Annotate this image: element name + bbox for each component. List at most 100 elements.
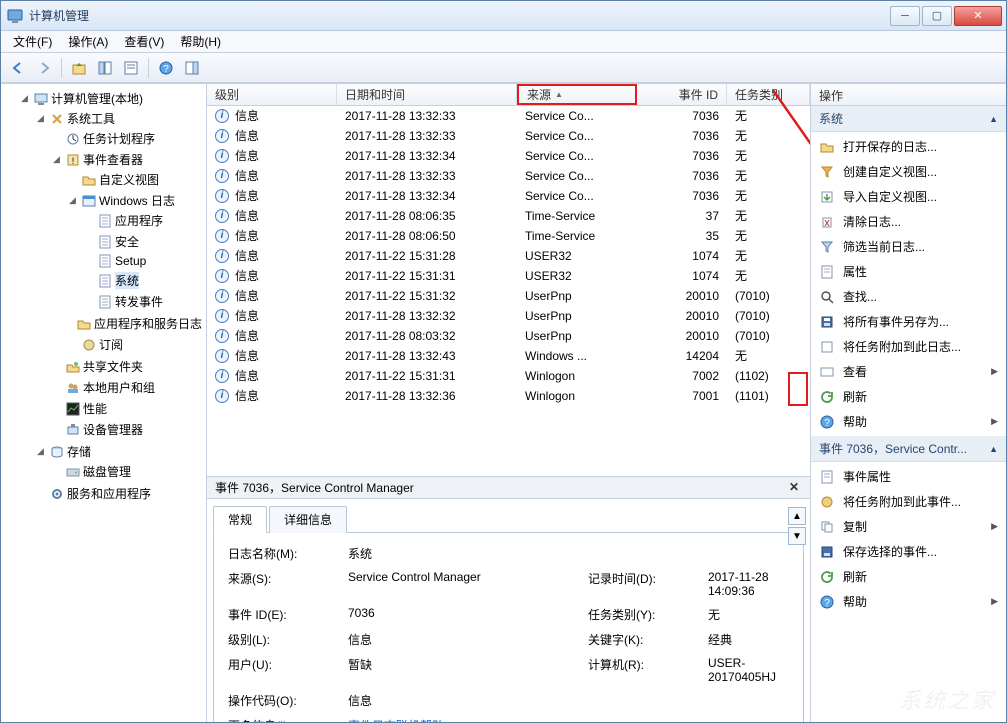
event-row[interactable]: i信息2017-11-28 13:32:33Service Co...7036无 — [207, 106, 810, 126]
action-item[interactable]: 创建自定义视图... — [811, 159, 1006, 184]
event-row[interactable]: i信息2017-11-28 08:03:32UserPnp20010(7010) — [207, 326, 810, 346]
collapse-icon[interactable]: ◢ — [53, 154, 63, 165]
action-item[interactable]: 保存选择的事件... — [811, 539, 1006, 564]
next-event-button[interactable]: ▼ — [788, 527, 806, 545]
collapse-icon[interactable]: ◢ — [37, 446, 47, 457]
event-list-body[interactable]: i信息2017-11-28 13:32:33Service Co...7036无… — [207, 106, 810, 476]
action-label: 打开保存的日志... — [843, 138, 998, 155]
tree-node[interactable]: 共享文件夹 — [51, 357, 204, 376]
event-row[interactable]: i信息2017-11-22 15:31:28USER321074无 — [207, 246, 810, 266]
show-action-pane-button[interactable] — [181, 57, 203, 79]
actions-event-header[interactable]: 事件 7036，Service Contr... ▲ — [811, 436, 1006, 462]
event-row[interactable]: i信息2017-11-28 08:06:50Time-Service35无 — [207, 226, 810, 246]
tools-icon — [50, 112, 64, 126]
actions-system-header[interactable]: 系统 ▲ — [811, 106, 1006, 132]
collapse-icon[interactable]: ◢ — [37, 113, 47, 124]
tree-node[interactable]: ◢!事件查看器 — [51, 150, 204, 169]
category-cell: 无 — [727, 107, 810, 124]
action-item[interactable]: 复制▶ — [811, 514, 1006, 539]
level-text: 信息 — [235, 327, 259, 344]
sched-icon — [66, 132, 80, 146]
detail-close-button[interactable]: ✕ — [786, 480, 802, 496]
action-item[interactable]: 查找... — [811, 284, 1006, 309]
column-level[interactable]: 级别 — [207, 84, 337, 105]
back-button[interactable] — [7, 57, 29, 79]
event-row[interactable]: i信息2017-11-28 13:32:33Service Co...7036无 — [207, 126, 810, 146]
minimize-button[interactable]: ─ — [890, 6, 920, 26]
tree-node[interactable]: 服务和应用程序 — [35, 484, 204, 503]
collapse-icon[interactable]: ◢ — [69, 195, 79, 206]
titlebar[interactable]: 计算机管理 ─ ▢ ✕ — [1, 1, 1006, 31]
action-item[interactable]: 刷新 — [811, 384, 1006, 409]
action-item[interactable]: 导入自定义视图... — [811, 184, 1006, 209]
event-row[interactable]: i信息2017-11-22 15:31:32UserPnp20010(7010) — [207, 286, 810, 306]
tree-node[interactable]: 应用程序和服务日志 — [67, 314, 204, 333]
help-button[interactable]: ? — [155, 57, 177, 79]
event-row[interactable]: i信息2017-11-22 15:31:31Winlogon7002(1102) — [207, 366, 810, 386]
tree-node[interactable]: 系统 — [83, 271, 204, 290]
tree-node[interactable]: 转发事件 — [83, 292, 204, 311]
tab-general[interactable]: 常规 — [213, 506, 267, 533]
show-hide-tree-button[interactable] — [94, 57, 116, 79]
action-item[interactable]: 属性 — [811, 259, 1006, 284]
close-button[interactable]: ✕ — [954, 6, 1002, 26]
event-row[interactable]: i信息2017-11-28 13:32:34Service Co...7036无 — [207, 186, 810, 206]
tree-node[interactable]: 任务计划程序 — [51, 129, 204, 148]
event-row[interactable]: i信息2017-11-28 08:06:35Time-Service37无 — [207, 206, 810, 226]
event-row[interactable]: i信息2017-11-28 13:32:32UserPnp20010(7010) — [207, 306, 810, 326]
action-item[interactable]: 筛选当前日志... — [811, 234, 1006, 259]
tab-details[interactable]: 详细信息 — [269, 506, 347, 533]
column-source[interactable]: 来源 ▲ — [517, 84, 637, 105]
datetime-cell: 2017-11-22 15:31:31 — [337, 369, 517, 383]
event-row[interactable]: i信息2017-11-28 13:32:36Winlogon7001(1101) — [207, 386, 810, 406]
action-item[interactable]: ?帮助▶ — [811, 589, 1006, 614]
info-icon: i — [215, 229, 229, 243]
up-button[interactable] — [68, 57, 90, 79]
tree-node[interactable]: 安全 — [83, 232, 204, 251]
prev-event-button[interactable]: ▲ — [788, 507, 806, 525]
action-item[interactable]: 查看▶ — [811, 359, 1006, 384]
tree-node[interactable]: ◢计算机管理(本地) — [19, 89, 204, 108]
tree-node[interactable]: 订阅 — [67, 335, 204, 354]
event-row[interactable]: i信息2017-11-22 15:31:31USER321074无 — [207, 266, 810, 286]
perf-icon — [66, 402, 80, 416]
properties-button[interactable] — [120, 57, 142, 79]
action-item[interactable]: 打开保存的日志... — [811, 134, 1006, 159]
column-eventid[interactable]: 事件 ID — [637, 84, 727, 105]
menu-action[interactable]: 操作(A) — [62, 31, 114, 52]
action-item[interactable]: 刷新 — [811, 564, 1006, 589]
tree-node[interactable]: ◢Windows 日志 — [67, 191, 204, 210]
log-icon — [98, 295, 112, 309]
category-label: 任务类别(Y): — [588, 606, 698, 623]
column-category[interactable]: 任务类别 — [727, 84, 810, 105]
column-datetime[interactable]: 日期和时间 — [337, 84, 517, 105]
forward-button[interactable] — [33, 57, 55, 79]
navigation-tree[interactable]: ◢计算机管理(本地)◢系统工具任务计划程序 ◢!事件查看器自定义视图 ◢Window… — [1, 84, 207, 722]
menu-file[interactable]: 文件(F) — [7, 31, 58, 52]
action-item[interactable]: 将任务附加到此日志... — [811, 334, 1006, 359]
tree-node[interactable]: ◢存储 — [35, 442, 204, 461]
tree-node[interactable]: 设备管理器 — [51, 420, 204, 439]
tree-node[interactable]: 性能 — [51, 399, 204, 418]
tree-node[interactable]: 自定义视图 — [67, 170, 204, 189]
maximize-button[interactable]: ▢ — [922, 6, 952, 26]
tree-node[interactable]: ◢系统工具 — [35, 109, 204, 128]
action-item[interactable]: 清除日志... — [811, 209, 1006, 234]
event-row[interactable]: i信息2017-11-28 13:32:33Service Co...7036无 — [207, 166, 810, 186]
action-item[interactable]: 将任务附加到此事件... — [811, 489, 1006, 514]
level-text: 信息 — [235, 207, 259, 224]
event-row[interactable]: i信息2017-11-28 13:32:34Service Co...7036无 — [207, 146, 810, 166]
menu-view[interactable]: 查看(V) — [118, 31, 170, 52]
tree-node[interactable]: 应用程序 — [83, 211, 204, 230]
action-item[interactable]: ?帮助▶ — [811, 409, 1006, 434]
tree-node[interactable]: Setup — [83, 253, 204, 269]
action-item[interactable]: 将所有事件另存为... — [811, 309, 1006, 334]
refresh-icon — [819, 569, 835, 585]
online-help-link[interactable]: 事件日志联机帮助 — [348, 719, 444, 722]
event-row[interactable]: i信息2017-11-28 13:32:43Windows ...14204无 — [207, 346, 810, 366]
tree-node[interactable]: 磁盘管理 — [51, 462, 204, 481]
menu-help[interactable]: 帮助(H) — [174, 31, 227, 52]
action-item[interactable]: 事件属性 — [811, 464, 1006, 489]
tree-node[interactable]: 本地用户和组 — [51, 378, 204, 397]
collapse-icon[interactable]: ◢ — [21, 93, 31, 104]
